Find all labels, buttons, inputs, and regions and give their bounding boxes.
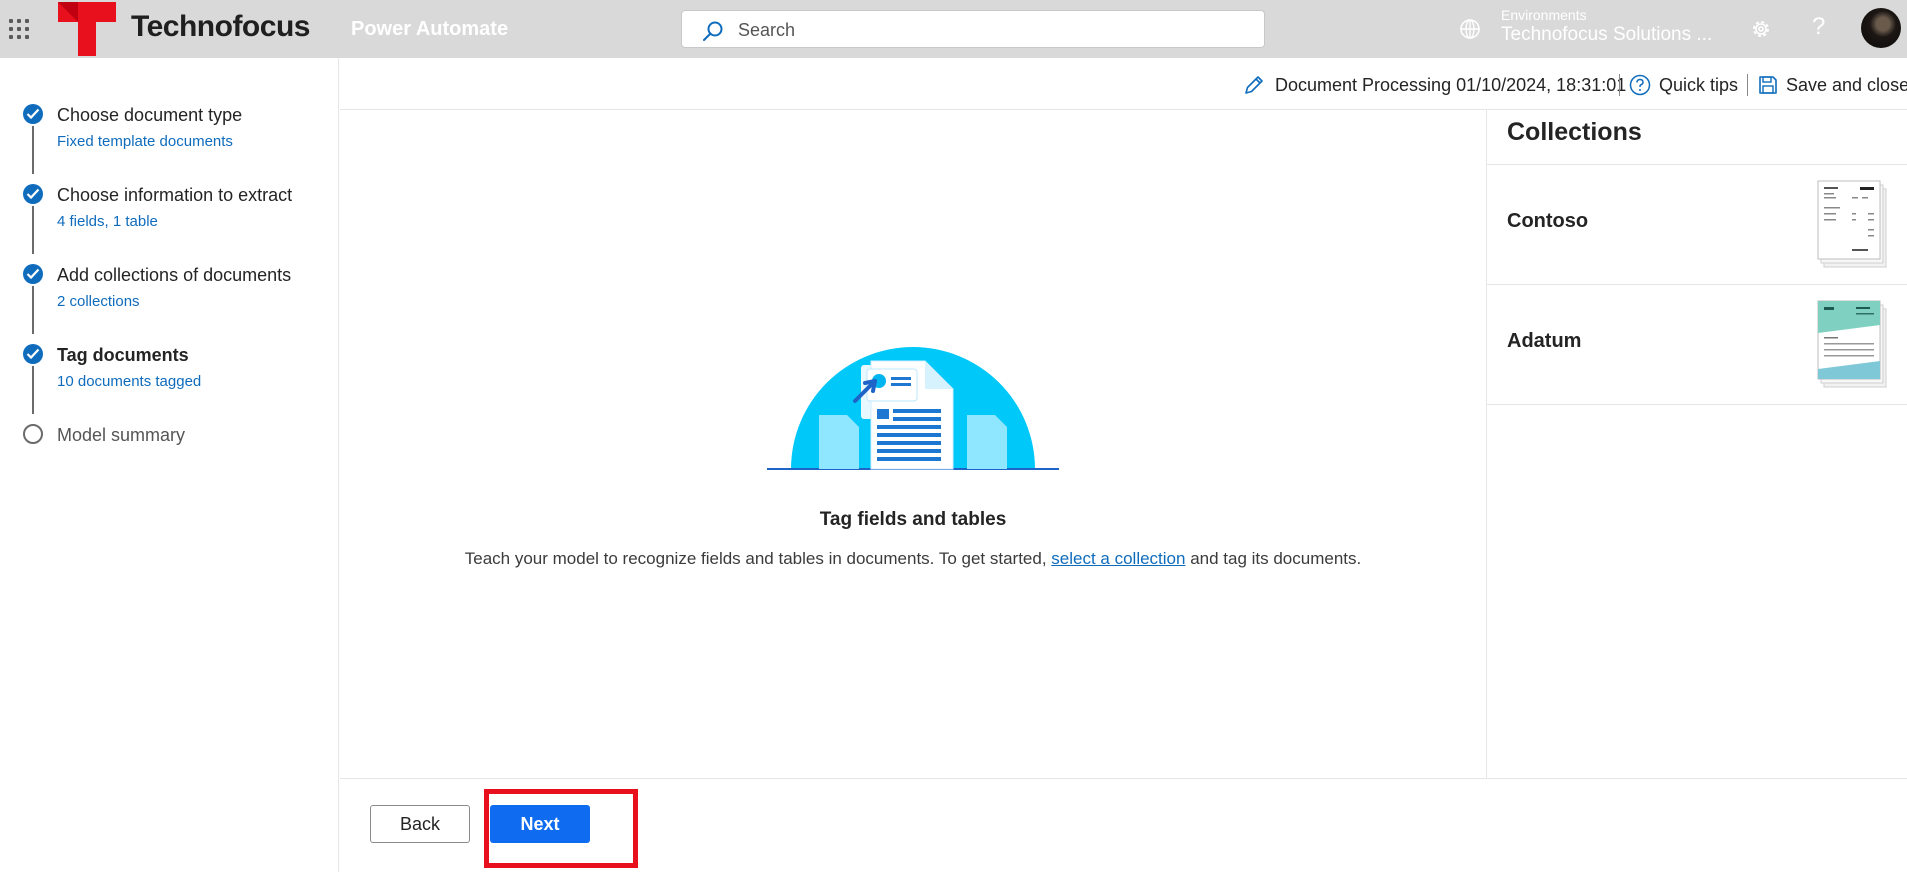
divider	[1619, 74, 1620, 96]
document-title[interactable]: Document Processing 01/10/2024, 18:31:01	[1275, 75, 1626, 96]
step-subtitle[interactable]: 4 fields, 1 table	[57, 213, 158, 230]
step-subtitle[interactable]: 10 documents tagged	[57, 373, 201, 390]
top-bar: Technofocus Power Automate Environments …	[0, 0, 1907, 58]
step-subtitle[interactable]: Fixed template documents	[57, 133, 233, 150]
collection-thumbnail	[1817, 300, 1887, 388]
step-add-collections[interactable]: Add collections of documents	[57, 265, 291, 286]
collections-heading: Collections	[1507, 118, 1642, 146]
save-and-close-button[interactable]: Save and close	[1786, 75, 1907, 96]
environment-name[interactable]: Technofocus Solutions ...	[1501, 24, 1712, 46]
help-circle-icon[interactable]	[1629, 74, 1651, 96]
select-collection-link[interactable]: select a collection	[1051, 549, 1185, 568]
step-connector	[32, 126, 34, 174]
waffle-icon[interactable]	[9, 19, 31, 41]
gear-icon[interactable]	[1749, 17, 1773, 41]
step-connector	[32, 206, 34, 254]
divider	[1747, 74, 1748, 96]
step-pending-icon	[23, 424, 43, 444]
collection-thumbnail	[1817, 180, 1887, 268]
step-complete-icon	[23, 104, 43, 124]
avatar[interactable]	[1861, 8, 1901, 48]
step-connector	[32, 286, 34, 334]
collections-panel: Collections Contoso Adatum	[1486, 110, 1907, 778]
step-complete-icon	[23, 264, 43, 284]
environment-icon[interactable]	[1458, 17, 1482, 41]
search-icon	[703, 21, 723, 41]
empty-state-description: Teach your model to recognize fields and…	[340, 549, 1486, 569]
help-icon[interactable]: ?	[1812, 13, 1825, 41]
brand-logo-icon	[58, 2, 116, 56]
description-text: Teach your model to recognize fields and…	[464, 549, 1052, 568]
save-icon[interactable]	[1757, 74, 1779, 96]
back-button[interactable]: Back	[370, 805, 470, 843]
collection-item-contoso[interactable]: Contoso	[1487, 165, 1907, 285]
pencil-icon[interactable]	[1243, 74, 1265, 96]
search-box[interactable]	[681, 10, 1265, 48]
step-tag-documents[interactable]: Tag documents	[57, 345, 189, 366]
collection-name: Adatum	[1507, 330, 1582, 352]
step-model-summary[interactable]: Model summary	[57, 425, 185, 446]
step-choose-document-type[interactable]: Choose document type	[57, 105, 242, 126]
step-choose-information[interactable]: Choose information to extract	[57, 185, 292, 206]
app-name[interactable]: Power Automate	[351, 18, 508, 41]
tag-documents-illustration	[767, 347, 1059, 470]
environment-label[interactable]: Environments	[1501, 7, 1587, 23]
step-complete-icon	[23, 184, 43, 204]
step-connector	[32, 366, 34, 414]
highlight-annotation	[484, 789, 638, 868]
description-text: and tag its documents.	[1185, 549, 1362, 568]
step-subtitle[interactable]: 2 collections	[57, 293, 140, 310]
search-input[interactable]	[736, 17, 1240, 43]
brand-name: Technofocus	[131, 10, 310, 43]
step-complete-icon	[23, 344, 43, 364]
steps-panel	[0, 58, 339, 872]
collection-item-adatum[interactable]: Adatum	[1487, 285, 1907, 405]
quick-tips-button[interactable]: Quick tips	[1659, 75, 1738, 96]
empty-state-title: Tag fields and tables	[819, 509, 1007, 530]
collection-name: Contoso	[1507, 210, 1589, 232]
